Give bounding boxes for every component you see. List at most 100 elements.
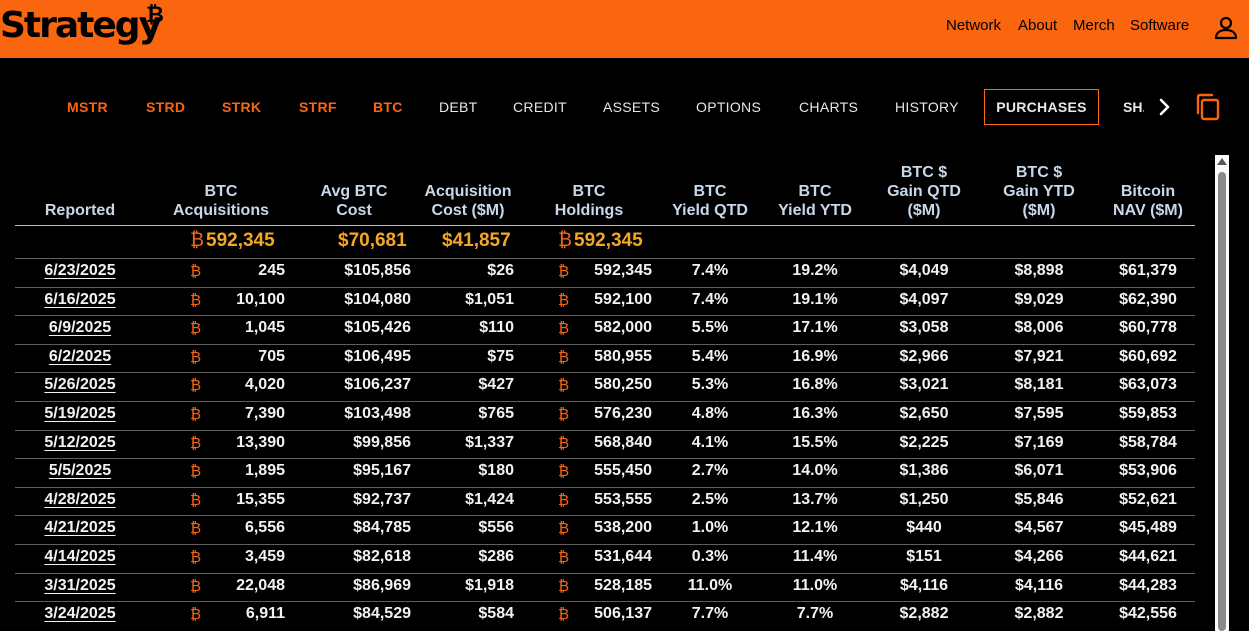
col-header-label: Bitcoin NAV ($M) xyxy=(1113,183,1183,219)
tab-credit[interactable]: CREDIT xyxy=(513,99,567,115)
total-holdings: 592,345 xyxy=(574,230,643,251)
tab-debt[interactable]: DEBT xyxy=(439,99,478,115)
col-header-acquisition-cost[interactable]: Acquisition Cost ($M) xyxy=(414,160,522,220)
top-header: Strategy ₿ Network About Merch Software xyxy=(0,0,1249,58)
date-link[interactable]: 6/23/2025 xyxy=(15,262,145,280)
btc-holdings: 576,230 xyxy=(594,405,652,422)
btc-gain-qtd: $2,966 xyxy=(899,348,949,365)
btc-yield-qtd: 4.8% xyxy=(691,405,729,422)
bitcoin-nav: $53,906 xyxy=(1119,462,1177,479)
avg-btc-cost: $84,785 xyxy=(353,519,411,536)
acquisition-cost: $26 xyxy=(487,262,514,279)
tab-options[interactable]: OPTIONS xyxy=(696,99,761,115)
row-divider xyxy=(15,515,1195,516)
row-divider xyxy=(15,258,1195,259)
scroll-up-arrow-icon[interactable] xyxy=(1217,158,1227,165)
btc-holdings: 582,000 xyxy=(594,319,652,336)
chevron-right-icon[interactable] xyxy=(1156,96,1174,118)
tab-shares-label: SH... xyxy=(1123,99,1144,115)
col-header-bitcoin-nav[interactable]: Bitcoin NAV ($M) xyxy=(1098,160,1198,220)
btc-yield-qtd: 5.4% xyxy=(691,348,729,365)
btc-yield-ytd: 11.0% xyxy=(792,577,838,594)
btc-gain-ytd: $6,071 xyxy=(1014,462,1064,479)
col-header-label: BTC $ Gain YTD ($M) xyxy=(1003,164,1075,219)
col-header-btc-yield-qtd[interactable]: BTC Yield QTD xyxy=(660,160,760,220)
bitcoin-nav: $63,073 xyxy=(1119,376,1177,393)
btc-yield-qtd: 0.3% xyxy=(691,548,729,565)
btc-yield-qtd: 2.5% xyxy=(691,491,729,508)
date-link[interactable]: 5/12/2025 xyxy=(15,434,145,452)
btc-holdings: 553,555 xyxy=(594,491,652,508)
tab-charts[interactable]: CHARTS xyxy=(799,99,858,115)
btc-acquisitions: 15,355 xyxy=(236,491,285,508)
nav-software-link[interactable]: Software xyxy=(1130,17,1189,34)
date-link[interactable]: 3/24/2025 xyxy=(15,605,145,623)
btc-gain-qtd: $1,386 xyxy=(899,462,949,479)
nav-merch-link[interactable]: Merch xyxy=(1073,17,1115,34)
date-link[interactable]: 6/9/2025 xyxy=(15,319,145,337)
col-header-btc-holdings[interactable]: BTC Holdings xyxy=(535,160,643,220)
date-link[interactable]: 5/19/2025 xyxy=(15,405,145,423)
bitcoin-nav: $45,489 xyxy=(1119,519,1177,536)
tab-strd[interactable]: STRD xyxy=(146,99,185,115)
btc-yield-ytd: 19.2% xyxy=(792,262,838,279)
col-header-btc-gain-ytd[interactable]: BTC $ Gain YTD ($M) xyxy=(985,160,1093,220)
date-link[interactable]: 5/5/2025 xyxy=(15,462,145,480)
tab-shares[interactable]: SH... xyxy=(1122,95,1144,121)
col-header-btc-gain-qtd[interactable]: BTC $ Gain QTD ($M) xyxy=(870,160,978,220)
date-link[interactable]: 3/31/2025 xyxy=(15,577,145,595)
acquisition-cost: $180 xyxy=(478,462,514,479)
avg-btc-cost: $92,737 xyxy=(353,491,411,508)
date-link[interactable]: 5/26/2025 xyxy=(15,376,145,394)
bitcoin-nav: $44,621 xyxy=(1119,548,1177,565)
date-link[interactable]: 6/2/2025 xyxy=(15,348,145,366)
btc-gain-qtd: $3,021 xyxy=(899,376,949,393)
tab-purchases[interactable]: PURCHASES xyxy=(984,89,1099,125)
acquisition-cost: $1,918 xyxy=(465,577,514,594)
tab-assets[interactable]: ASSETS xyxy=(603,99,660,115)
tab-btc[interactable]: BTC xyxy=(373,99,403,115)
col-header-btc-acquisitions[interactable]: BTC Acquisitions xyxy=(160,160,282,220)
col-header-label: BTC Yield YTD xyxy=(778,183,852,219)
nav-network-link[interactable]: Network xyxy=(946,17,1001,34)
tab-strf[interactable]: STRF xyxy=(299,99,337,115)
acquisition-cost: $427 xyxy=(478,376,514,393)
tab-strk[interactable]: STRK xyxy=(222,99,261,115)
btc-acquisitions: 1,895 xyxy=(244,462,285,479)
btc-acquisitions: 6,556 xyxy=(244,519,285,536)
btc-yield-qtd: 1.0% xyxy=(691,519,729,536)
btc-yield-ytd: 15.5% xyxy=(792,434,838,451)
user-icon[interactable] xyxy=(1213,14,1239,40)
brand-logo[interactable]: Strategy xyxy=(0,2,162,50)
tab-history[interactable]: HISTORY xyxy=(895,99,959,115)
acquisition-cost: $1,337 xyxy=(465,434,514,451)
avg-btc-cost: $99,856 xyxy=(353,434,411,451)
date-link[interactable]: 4/28/2025 xyxy=(15,491,145,509)
nav-about-link[interactable]: About xyxy=(1018,17,1057,34)
btc-gain-ytd: $7,921 xyxy=(1014,348,1064,365)
row-divider xyxy=(15,401,1195,402)
row-divider xyxy=(15,315,1195,316)
acquisition-cost: $584 xyxy=(478,605,514,622)
copy-icon[interactable] xyxy=(1194,93,1222,121)
btc-acquisitions: 22,048 xyxy=(236,577,285,594)
col-header-btc-yield-ytd[interactable]: BTC Yield YTD xyxy=(765,160,865,220)
btc-acquisitions: 3,459 xyxy=(244,548,285,565)
row-divider xyxy=(15,430,1195,431)
avg-btc-cost: $95,167 xyxy=(353,462,411,479)
btc-acquisitions: 4,020 xyxy=(244,376,285,393)
btc-acquisitions: 13,390 xyxy=(236,434,285,451)
acquisition-cost: $556 xyxy=(478,519,514,536)
tab-mstr[interactable]: MSTR xyxy=(67,99,108,115)
date-link[interactable]: 4/14/2025 xyxy=(15,548,145,566)
btc-yield-qtd: 7.7% xyxy=(691,605,729,622)
acquisition-cost: $765 xyxy=(478,405,514,422)
col-header-reported[interactable]: Reported xyxy=(15,160,145,220)
date-link[interactable]: 6/16/2025 xyxy=(15,291,145,309)
btc-gain-ytd: $9,029 xyxy=(1014,291,1064,308)
col-header-avg-btc-cost[interactable]: Avg BTC Cost xyxy=(300,160,408,220)
date-link[interactable]: 4/21/2025 xyxy=(15,519,145,537)
bitcoin-icon: ₿ xyxy=(558,230,573,251)
scrollbar-thumb[interactable] xyxy=(1218,172,1226,631)
col-header-label: BTC Holdings xyxy=(554,183,624,219)
